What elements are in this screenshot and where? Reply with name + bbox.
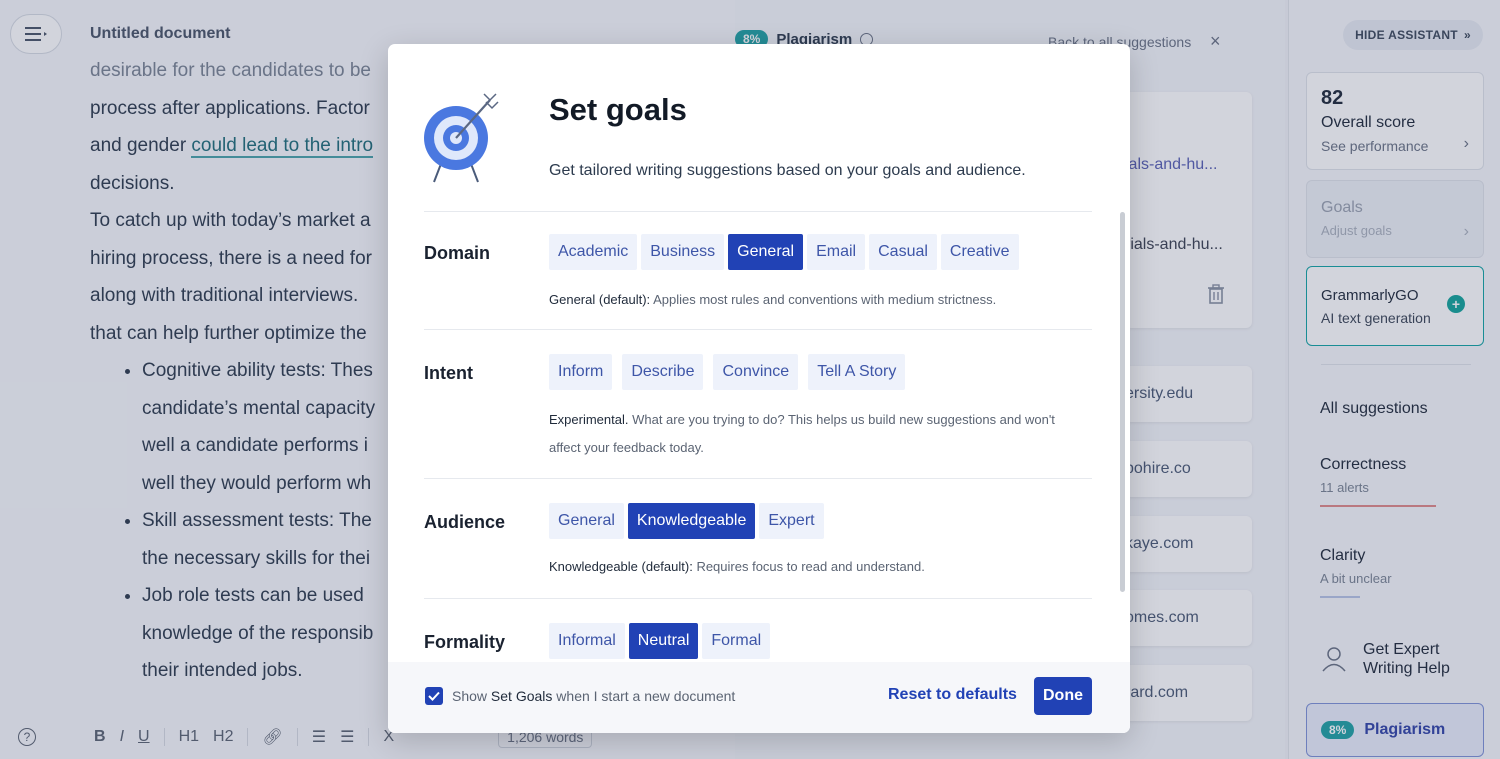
- modal-subtitle: Get tailored writing suggestions based o…: [549, 162, 1026, 179]
- modal-title: Set goals: [549, 92, 687, 127]
- check-icon: [428, 691, 440, 701]
- domain-option-email[interactable]: Email: [807, 234, 866, 270]
- domain-options: Academic Business General Email Casual C…: [549, 234, 1019, 270]
- audience-section: Audience General Knowledgeable Expert Kn…: [424, 478, 1092, 598]
- modal-footer: Show Set Goals when I start a new docume…: [388, 662, 1130, 733]
- domain-label: Domain: [424, 243, 491, 263]
- domain-desc-strong: General (default):: [549, 292, 651, 307]
- domain-option-casual[interactable]: Casual: [869, 234, 937, 270]
- done-button[interactable]: Done: [1034, 677, 1092, 715]
- formality-option-informal[interactable]: Informal: [549, 623, 625, 659]
- show-set-goals-label[interactable]: Show Set Goals when I start a new docume…: [452, 688, 735, 704]
- intent-option-inform[interactable]: Inform: [549, 354, 613, 390]
- audience-options: General Knowledgeable Expert: [549, 503, 824, 539]
- intent-section: Intent Inform Describe Convince Tell A S…: [424, 329, 1092, 478]
- formality-section: Formality Informal Neutral Formal: [424, 598, 1092, 661]
- intent-description: Experimental. What are you trying to do?…: [549, 406, 1079, 462]
- target-icon: [420, 90, 504, 191]
- set-goals-modal: Set goals Get tailored writing suggestio…: [388, 44, 1130, 733]
- checkbox-label-pre: Show: [452, 688, 491, 704]
- domain-desc-text: Applies most rules and conventions with …: [650, 292, 997, 307]
- formality-option-neutral[interactable]: Neutral: [628, 623, 699, 659]
- intent-desc-strong: Experimental.: [549, 412, 629, 427]
- domain-option-creative[interactable]: Creative: [940, 234, 1019, 270]
- domain-description: General (default): Applies most rules an…: [549, 286, 1079, 314]
- formality-label: Formality: [424, 632, 506, 652]
- audience-desc-strong: Knowledgeable (default):: [549, 559, 693, 574]
- audience-option-expert[interactable]: Expert: [759, 503, 824, 539]
- checkbox-label-strong: Set Goals: [490, 688, 553, 704]
- intent-label: Intent: [424, 363, 473, 383]
- checkbox-label-post: when I start a new document: [552, 688, 736, 704]
- modal-scrollbar[interactable]: [1120, 212, 1125, 592]
- audience-desc-text: Requires focus to read and understand.: [692, 559, 925, 574]
- audience-option-knowledgeable[interactable]: Knowledgeable: [627, 503, 756, 539]
- intent-options: Inform Describe Convince Tell A Story: [549, 354, 906, 390]
- audience-description: Knowledgeable (default): Requires focus …: [549, 553, 1079, 581]
- domain-option-general[interactable]: General: [728, 234, 804, 270]
- formality-options: Informal Neutral Formal: [549, 623, 771, 659]
- domain-option-academic[interactable]: Academic: [549, 234, 638, 270]
- domain-section: Domain Academic Business General Email C…: [424, 211, 1092, 329]
- show-set-goals-checkbox[interactable]: [425, 687, 443, 705]
- intent-option-convince[interactable]: Convince: [713, 354, 799, 390]
- reset-to-defaults-button[interactable]: Reset to defaults: [888, 686, 1017, 704]
- goals-scroll-area[interactable]: Domain Academic Business General Email C…: [424, 211, 1092, 661]
- audience-label: Audience: [424, 512, 506, 532]
- intent-option-tell-a-story[interactable]: Tell A Story: [808, 354, 906, 390]
- formality-option-formal[interactable]: Formal: [702, 623, 771, 659]
- audience-option-general[interactable]: General: [549, 503, 624, 539]
- intent-option-describe[interactable]: Describe: [622, 354, 704, 390]
- domain-option-business[interactable]: Business: [641, 234, 725, 270]
